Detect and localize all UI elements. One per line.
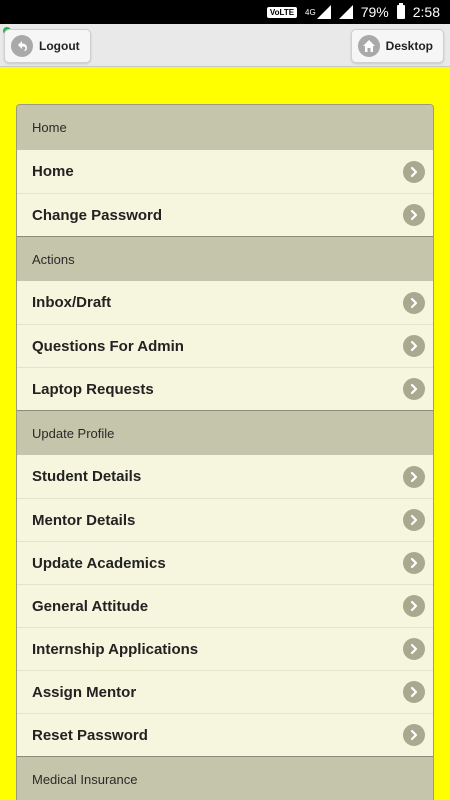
chevron-right-icon [403,638,425,660]
menu-item[interactable]: Assign Mentor [17,670,433,713]
status-bar: VoLTE 4G 79% 2:58 [0,0,450,24]
menu-item-label: Internship Applications [32,640,199,658]
chevron-right-icon [403,160,425,183]
back-arrow-icon [11,35,33,57]
menu-item[interactable]: Change Password [17,193,433,236]
menu-item[interactable]: Internship Applications [17,627,433,670]
chevron-right-icon [403,465,425,488]
wifi-signal-icon [338,5,353,19]
chevron-right-icon [403,291,425,314]
chevron-right-icon [403,378,425,400]
menu-item-label: Update Academics [32,554,166,572]
chevron-right-icon [403,509,425,531]
menu-item-label: General Attitude [32,597,149,615]
chevron-right-icon [403,552,425,574]
signal-indicator: 4G [305,5,331,19]
signal-label: 4G [305,8,316,17]
logout-label: Logout [39,39,80,53]
section-divider: Update Profile [17,410,433,455]
chevron-right-icon [403,681,425,703]
menu-item[interactable]: General Attitude [17,584,433,627]
navigation-menu: Home Home Change Password Actions Inbox/Draf… [16,104,434,800]
menu-item[interactable]: Student Details [17,455,433,498]
battery-percent: 79% [360,4,389,20]
menu-item-label: Home [32,163,74,180]
menu-item-label: Reset Password [32,726,148,744]
chevron-right-icon [403,724,425,746]
section-divider: Home [17,105,433,150]
menu-item[interactable]: Laptop Requests [17,367,433,410]
section-divider: Actions [17,236,433,281]
desktop-button[interactable]: Desktop [350,29,444,63]
menu-item[interactable]: Home [17,150,433,193]
clock: 2:58 [412,4,440,20]
volte-indicator: VoLTE [266,6,298,18]
menu-item-label: Change Password [32,206,163,224]
signal-icon [316,5,331,19]
header-bar: Logout Desktop [0,24,450,67]
logout-button[interactable]: Logout [4,29,91,63]
menu-item-label: Questions For Admin [32,337,184,355]
menu-item-label: Inbox/Draft [32,294,112,311]
menu-item[interactable]: Reset Password [17,713,433,756]
menu-item-label: Assign Mentor [32,683,137,701]
menu-item[interactable]: Mentor Details [17,498,433,541]
menu-item[interactable]: Inbox/Draft [17,281,433,324]
section-divider: Medical Insurance [17,756,433,800]
battery-icon [396,3,405,19]
menu-item-label: Laptop Requests [32,380,154,398]
chevron-right-icon [403,595,425,617]
chevron-right-icon [403,335,425,357]
chevron-right-icon [403,204,425,226]
menu-item-label: Mentor Details [32,511,136,529]
menu-item-label: Student Details [32,468,142,485]
home-icon [357,35,380,57]
menu-item[interactable]: Questions For Admin [17,324,433,367]
menu-item[interactable]: Update Academics [17,541,433,584]
desktop-label: Desktop [385,39,433,53]
